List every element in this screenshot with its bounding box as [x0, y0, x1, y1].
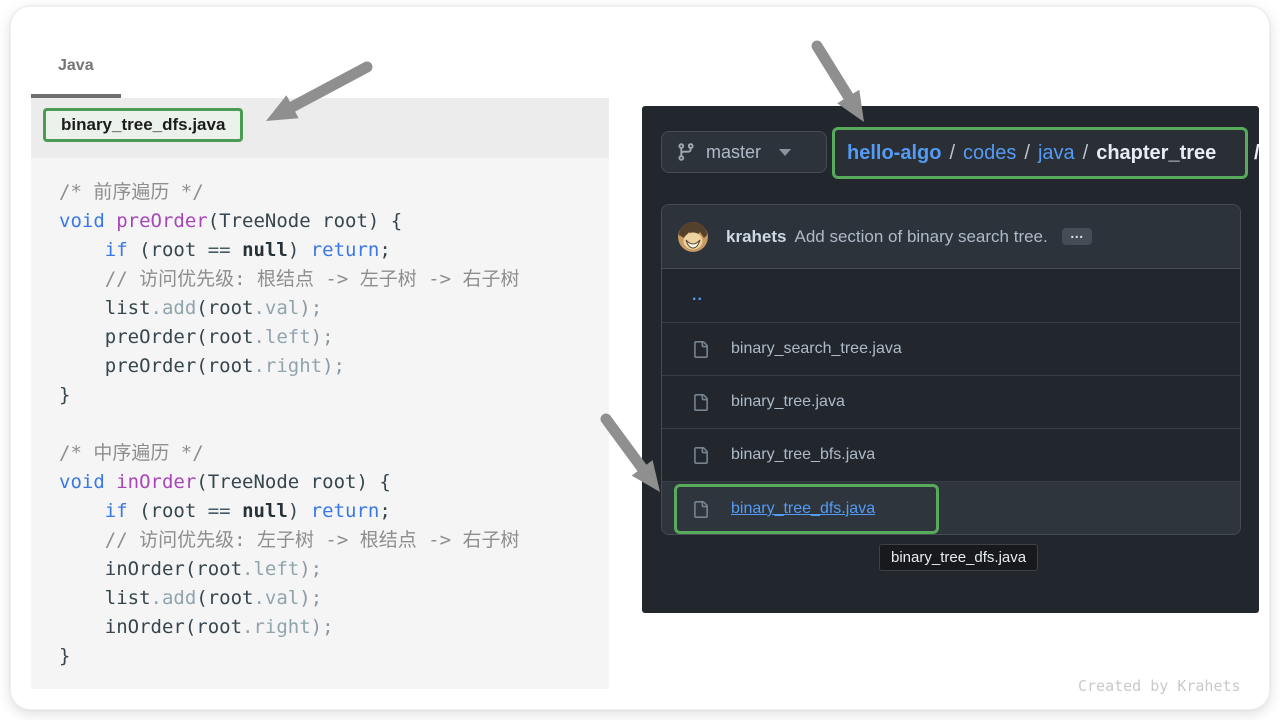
git-branch-icon [676, 142, 696, 162]
code-line: preOrder(root.left); [59, 323, 609, 352]
file-name-link[interactable]: binary_tree_bfs.java [731, 446, 875, 464]
file-icon [692, 341, 709, 358]
breadcrumb-separator: / [1083, 142, 1089, 165]
breadcrumb-hello-algo[interactable]: hello-algo [847, 142, 941, 165]
code-line: // 访问优先级: 根结点 -> 左子树 -> 右子树 [59, 265, 609, 294]
commit-author-link[interactable]: krahets [726, 227, 786, 247]
file-browser-box: krahets Add section of binary search tre… [661, 204, 1241, 535]
file-row[interactable]: binary_tree.java [662, 375, 1240, 428]
code-line: inOrder(root.left); [59, 555, 609, 584]
file-icon [692, 447, 709, 464]
file-icon [692, 394, 709, 411]
code-line: if (root == null) return; [59, 497, 609, 526]
file-name-link[interactable]: binary_search_tree.java [731, 340, 902, 358]
file-list: .. binary_search_tree.java binary_tree.jav… [662, 269, 1240, 534]
code-line: list.add(root.val); [59, 294, 609, 323]
code-block: /* 前序遍历 */void preOrder(TreeNode root) {… [31, 158, 609, 689]
breadcrumb-separator: / [949, 142, 955, 165]
annotation-box-selected-file: binary_tree_dfs.java [674, 484, 939, 534]
code-line: if (root == null) return; [59, 236, 609, 265]
code-line: list.add(root.val); [59, 584, 609, 613]
code-line [59, 410, 609, 439]
avatar[interactable] [678, 222, 708, 252]
github-panel: master hello-algo / codes / java / chapter_tre… [642, 106, 1259, 613]
code-line: void inOrder(TreeNode root) { [59, 468, 609, 497]
file-row[interactable]: binary_search_tree.java [662, 322, 1240, 375]
breadcrumb-java[interactable]: java [1038, 142, 1075, 165]
branch-selector-button[interactable]: master [661, 131, 827, 173]
footer-credit: Created by Krahets [1078, 677, 1241, 695]
annotation-box-breadcrumb: hello-algo / codes / java / chapter_tree [832, 127, 1248, 179]
parent-directory-link[interactable]: .. [692, 287, 703, 305]
code-line: } [59, 381, 609, 410]
file-row[interactable]: binary_tree_dfs.java [662, 481, 1240, 534]
filename-tooltip: binary_tree_dfs.java [879, 544, 1038, 571]
file-icon [692, 501, 709, 518]
code-line: /* 中序遍历 */ [59, 439, 609, 468]
caret-down-icon [779, 149, 791, 156]
code-line: // 访问优先级: 左子树 -> 根结点 -> 右子树 [59, 526, 609, 555]
code-line: preOrder(root.right); [59, 352, 609, 381]
commit-message-link[interactable]: Add section of binary search tree. [794, 227, 1047, 247]
annotation-box-filename: binary_tree_dfs.java [43, 108, 243, 142]
filename-label: binary_tree_dfs.java [61, 115, 225, 134]
file-row[interactable]: binary_tree_bfs.java [662, 428, 1240, 481]
breadcrumb-separator: / [1024, 142, 1030, 165]
file-name-link-active[interactable]: binary_tree_dfs.java [731, 500, 875, 518]
breadcrumb-chapter_tree: chapter_tree [1096, 142, 1216, 165]
code-line: inOrder(root.right); [59, 613, 609, 642]
latest-commit-bar: krahets Add section of binary search tre… [662, 205, 1240, 269]
breadcrumb-trailing-slash: / [1254, 127, 1260, 179]
code-line: } [59, 642, 609, 671]
file-name-link[interactable]: binary_tree.java [731, 393, 845, 411]
breadcrumb-codes[interactable]: codes [963, 142, 1016, 165]
code-line: void preOrder(TreeNode root) { [59, 207, 609, 236]
screenshot-card: Java binary_tree_dfs.java /* 前序遍历 */void… [10, 6, 1270, 710]
commit-details-button[interactable]: … [1062, 228, 1092, 245]
code-line: /* 前序遍历 */ [59, 178, 609, 207]
branch-label: master [706, 142, 761, 163]
tab-java[interactable]: Java [58, 57, 94, 75]
code-block-header: binary_tree_dfs.java [31, 98, 609, 159]
file-row-parent[interactable]: .. [662, 269, 1240, 322]
